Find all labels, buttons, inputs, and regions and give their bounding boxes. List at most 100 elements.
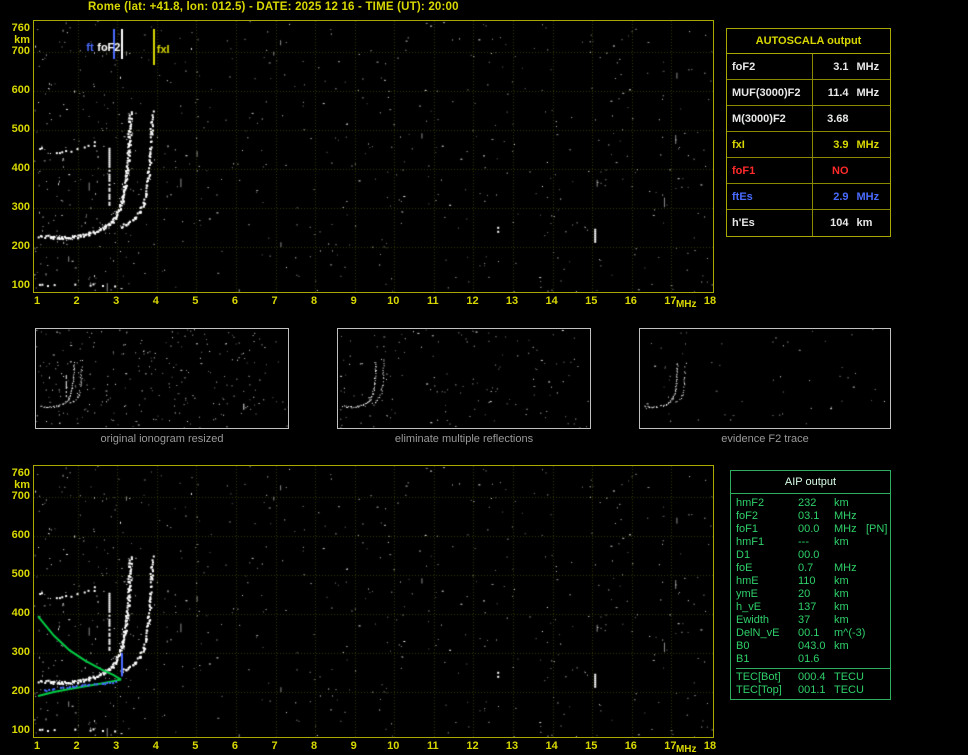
aip-extra [866,536,890,549]
top-ionogram-canvas [33,20,714,293]
aip-extra [866,653,890,666]
x-tick-label: 11 [427,740,439,752]
bottom-ionogram-canvas [33,465,714,738]
x-tick-label: 9 [350,740,357,752]
param-value: 2.9 MHz [833,190,880,203]
aip-val: 00.0 [798,549,820,561]
x-tick-label: 15 [585,740,598,752]
aip-val: 00.1 [798,627,820,639]
x-tick-label: 16 [624,740,637,752]
aip-unit: km [834,497,849,509]
param-label: M(3000)F2 [727,106,813,131]
autoscala-row-6: h'Es 104 km [727,210,890,236]
aip-extra: [PN] [866,523,888,535]
aip-unit: TECU [834,684,864,696]
x-tick-label: 6 [231,740,238,752]
aip-extra [866,627,890,640]
page-title: Rome (lat: +41.8, lon: 012.5) - DATE: 20… [88,1,459,13]
aip-val: 37 [798,614,811,626]
aip-row-hmF2: hmF2 232 km [736,497,890,510]
aip-val: 137 [798,601,817,613]
x-tick-label: 11 [427,295,439,307]
aip-unit: km [834,614,849,626]
thumbnail-f2-trace-evidence [639,328,891,429]
param-label: ftEs [727,184,813,209]
aip-tec-section: TEC[Bot] 000.4 TECU TEC[Top] 001.1 TECU [736,668,890,697]
x-tick-label: 7 [271,295,278,307]
y-axis-unit-label: km [14,34,30,46]
autoscala-screen: Rome (lat: +41.8, lon: 012.5) - DATE: 20… [0,0,968,755]
aip-extra [866,575,890,588]
x-tick-label: 14 [545,295,558,307]
aip-row-ymE: ymE 20 km [736,588,890,601]
x-tick-label: 9 [350,295,357,307]
aip-name: Ewidth [736,614,770,626]
y-tick-label: 200 [11,685,30,698]
aip-row-B1: B1 01.6 [736,653,890,666]
param-label: fxI [727,132,813,157]
aip-unit: MHz [834,523,857,535]
thumbnail-original-ionogram [35,328,289,429]
aip-unit: m^(-3) [834,627,866,639]
aip-row-TEC[Bot]: TEC[Bot] 000.4 TECU [736,671,890,684]
aip-unit: km [834,536,849,548]
autoscala-table-title: AUTOSCALA output [727,29,890,54]
x-axis-unit-label: MHz [675,299,697,310]
aip-table-rows: hmF2 232 km foF2 03.1 MHz foF1 00.0 MHz [PN] hmF1 -… [731,494,890,699]
aip-val: 043.0 [798,640,826,652]
aip-row-h_vE: h_vE 137 km [736,601,890,614]
aip-val: 232 [798,497,817,509]
thumbnail-caption-f2trace: evidence F2 trace [721,433,809,445]
thumbnail-caption-reflections: eliminate multiple reflections [394,433,534,445]
x-tick-label: 16 [624,295,637,307]
x-tick-label: 8 [311,295,318,307]
x-tick-label: 1 [33,295,41,307]
y-tick-label: 100 [11,724,30,736]
aip-row-DelN_vE: DelN_vE 00.1 m^(-3) [736,627,890,640]
y-tick-label: 700 [11,490,30,503]
y-tick-label: 300 [11,201,30,214]
autoscala-row-4: foF1 NO [727,158,890,184]
param-value: 3.1 MHz [833,60,880,73]
aip-row-hmE: hmE 110 km [736,575,890,588]
aip-unit [834,549,866,562]
thumbnail-multiple-reflections-removed [337,328,591,429]
aip-name: TEC[Top] [736,684,782,696]
aip-table-title: AIP output [731,471,890,494]
x-tick-label: 10 [387,740,400,752]
aip-extra [866,562,890,575]
aip-name: B0 [736,640,750,652]
aip-val: 01.6 [798,653,820,665]
aip-extra [866,640,890,653]
param-label: h'Es [727,210,813,236]
aip-name: D1 [736,549,751,561]
y-tick-label: 600 [11,84,30,97]
param-value: NO [832,164,849,177]
aip-unit: TECU [834,671,864,683]
x-axis-unit-label: MHz [675,744,697,755]
aip-name: hmF2 [736,497,765,509]
x-tick-label: 7 [271,740,278,752]
y-tick-label: 700 [11,45,30,58]
aip-unit: MHz [834,510,857,522]
aip-val: 03.1 [798,510,820,522]
x-tick-label: 1 [33,740,41,752]
y-tick-label: 400 [11,607,30,620]
aip-extra [866,614,890,627]
autoscala-row-2: M(3000)F2 3.68 [727,106,890,132]
aip-extra [866,510,890,523]
x-tick-label: 4 [152,740,159,752]
y-tick-label: 500 [11,123,30,136]
aip-unit: MHz [834,562,857,574]
x-tick-label: 2 [73,295,80,307]
aip-unit: km [834,601,849,613]
y-tick-label: 200 [11,240,30,253]
aip-name: DelN_vE [736,627,780,639]
aip-name: ymE [736,588,758,600]
x-tick-label: 4 [152,295,159,307]
aip-row-TEC[Top]: TEC[Top] 001.1 TECU [736,684,890,697]
y-tick-label: 300 [11,646,30,659]
x-tick-label: 3 [113,295,120,307]
x-tick-label: 2 [73,740,80,752]
aip-unit: km [834,575,849,587]
